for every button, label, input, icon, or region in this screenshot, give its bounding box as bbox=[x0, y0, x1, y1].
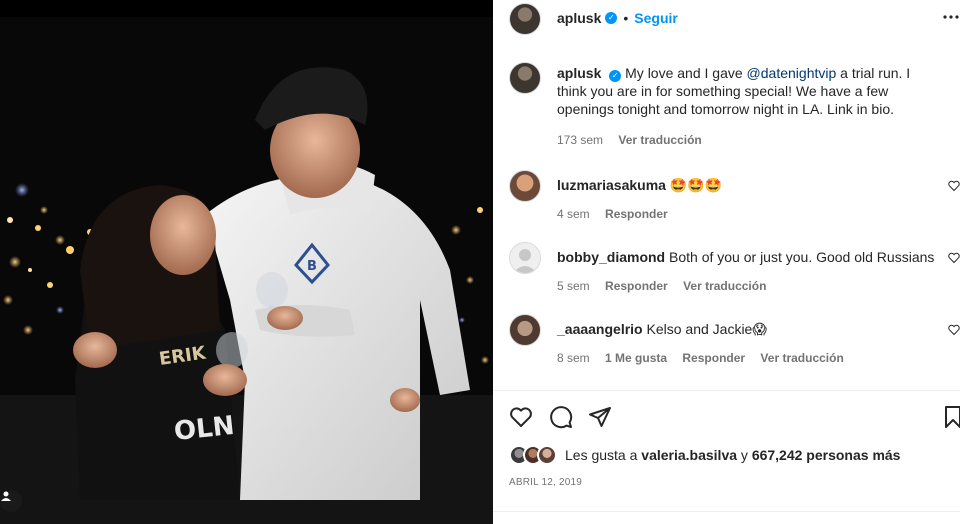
comment-body: Kelso and Jackie😱 bbox=[646, 321, 767, 337]
comment-item: _aaaangelrio Kelso and Jackie😱 8 sem 1 M… bbox=[493, 314, 960, 374]
caption-avatar[interactable] bbox=[509, 62, 541, 94]
user-tag-icon[interactable] bbox=[0, 490, 22, 512]
comment-item: bobby_diamond Both of you or just you. G… bbox=[493, 242, 960, 302]
caption-mention-link[interactable]: @datenightvip bbox=[747, 65, 837, 81]
comment-meta: 4 sem Responder bbox=[557, 207, 680, 221]
photo-top-bar bbox=[0, 0, 493, 17]
likers-avatar-stack bbox=[509, 445, 559, 465]
reply-button[interactable]: Responder bbox=[682, 351, 745, 365]
caption-translate-link[interactable]: Ver traducción bbox=[618, 133, 701, 147]
caption-meta: 173 sem Ver traducción bbox=[557, 133, 714, 147]
comment-like-heart-icon[interactable] bbox=[948, 252, 960, 264]
comment-body: Both of you or just you. Good old Russia… bbox=[669, 249, 935, 265]
add-comment-bar[interactable] bbox=[493, 511, 960, 524]
post-photo-illustration: B ERIK OLN bbox=[0, 17, 493, 524]
post-side-panel: aplusk ✓ • Seguir aplusk ✓ My love and I… bbox=[493, 0, 960, 524]
svg-text:OLN: OLN bbox=[173, 411, 236, 447]
translate-link[interactable]: Ver traducción bbox=[683, 279, 766, 293]
post-photo[interactable]: B ERIK OLN bbox=[0, 0, 493, 524]
caption-username[interactable]: aplusk bbox=[557, 65, 601, 81]
comment-like-heart-icon[interactable] bbox=[948, 180, 960, 192]
comment-text: luzmariasakuma 🤩🤩🤩 bbox=[557, 176, 722, 194]
liker-avatar[interactable] bbox=[537, 445, 557, 465]
caption-text: aplusk ✓ My love and I gave @datenightvi… bbox=[557, 64, 927, 118]
commenter-avatar[interactable] bbox=[509, 170, 541, 202]
comment-time[interactable]: 4 sem bbox=[557, 207, 590, 221]
author-username[interactable]: aplusk bbox=[557, 10, 601, 26]
commenter-username[interactable]: luzmariasakuma bbox=[557, 177, 666, 193]
comment-meta: 8 sem 1 Me gusta Responder Ver traducció… bbox=[557, 351, 856, 365]
verified-badge-icon: ✓ bbox=[605, 12, 618, 24]
commenter-avatar[interactable] bbox=[509, 242, 541, 274]
comment-text: _aaaangelrio Kelso and Jackie😱 bbox=[557, 320, 767, 338]
commenter-username[interactable]: bobby_diamond bbox=[557, 249, 665, 265]
comment-time[interactable]: 5 sem bbox=[557, 279, 590, 293]
separator-dot: • bbox=[623, 10, 629, 26]
author-avatar[interactable] bbox=[509, 3, 541, 35]
comment-meta: 5 sem Responder Ver traducción bbox=[557, 279, 778, 293]
likes-others-link[interactable]: 667,242 personas más bbox=[752, 447, 901, 463]
svg-text:B: B bbox=[307, 259, 317, 274]
verified-badge-icon: ✓ bbox=[609, 70, 622, 82]
caption-body-start: My love and I gave bbox=[625, 65, 747, 81]
follow-button[interactable]: Seguir bbox=[634, 10, 678, 26]
comment-time[interactable]: 8 sem bbox=[557, 351, 590, 365]
more-icon[interactable] bbox=[942, 9, 960, 25]
comment-text: bobby_diamond Both of you or just you. G… bbox=[557, 248, 934, 266]
comments-list[interactable]: aplusk ✓ My love and I gave @datenightvi… bbox=[493, 50, 960, 390]
comment-icon[interactable] bbox=[549, 405, 573, 429]
reply-button[interactable]: Responder bbox=[605, 207, 668, 221]
post-actions: Les gusta a valeria.basilva y 667,242 pe… bbox=[493, 390, 960, 524]
comment-likes-count[interactable]: 1 Me gusta bbox=[605, 351, 667, 365]
post-date[interactable]: ABRIL 12, 2019 bbox=[509, 477, 582, 488]
commenter-username[interactable]: _aaaangelrio bbox=[557, 321, 643, 337]
author-line: aplusk ✓ • Seguir bbox=[557, 10, 678, 26]
comment-body: 🤩🤩🤩 bbox=[669, 177, 723, 193]
likes-summary: Les gusta a valeria.basilva y 667,242 pe… bbox=[509, 444, 900, 466]
likes-joiner: y bbox=[740, 447, 748, 463]
liker-username[interactable]: valeria.basilva bbox=[641, 447, 737, 463]
send-icon[interactable] bbox=[588, 405, 612, 429]
reply-button[interactable]: Responder bbox=[605, 279, 668, 293]
heart-icon[interactable] bbox=[509, 405, 533, 429]
translate-link[interactable]: Ver traducción bbox=[760, 351, 843, 365]
comment-like-heart-icon[interactable] bbox=[948, 324, 960, 336]
commenter-avatar[interactable] bbox=[509, 314, 541, 346]
post-header: aplusk ✓ • Seguir bbox=[493, 0, 960, 37]
bookmark-icon[interactable] bbox=[944, 405, 960, 429]
likes-prefix: Les gusta a bbox=[565, 447, 638, 463]
caption-time[interactable]: 173 sem bbox=[557, 133, 603, 147]
comment-item: luzmariasakuma 🤩🤩🤩 4 sem Responder bbox=[493, 170, 960, 230]
